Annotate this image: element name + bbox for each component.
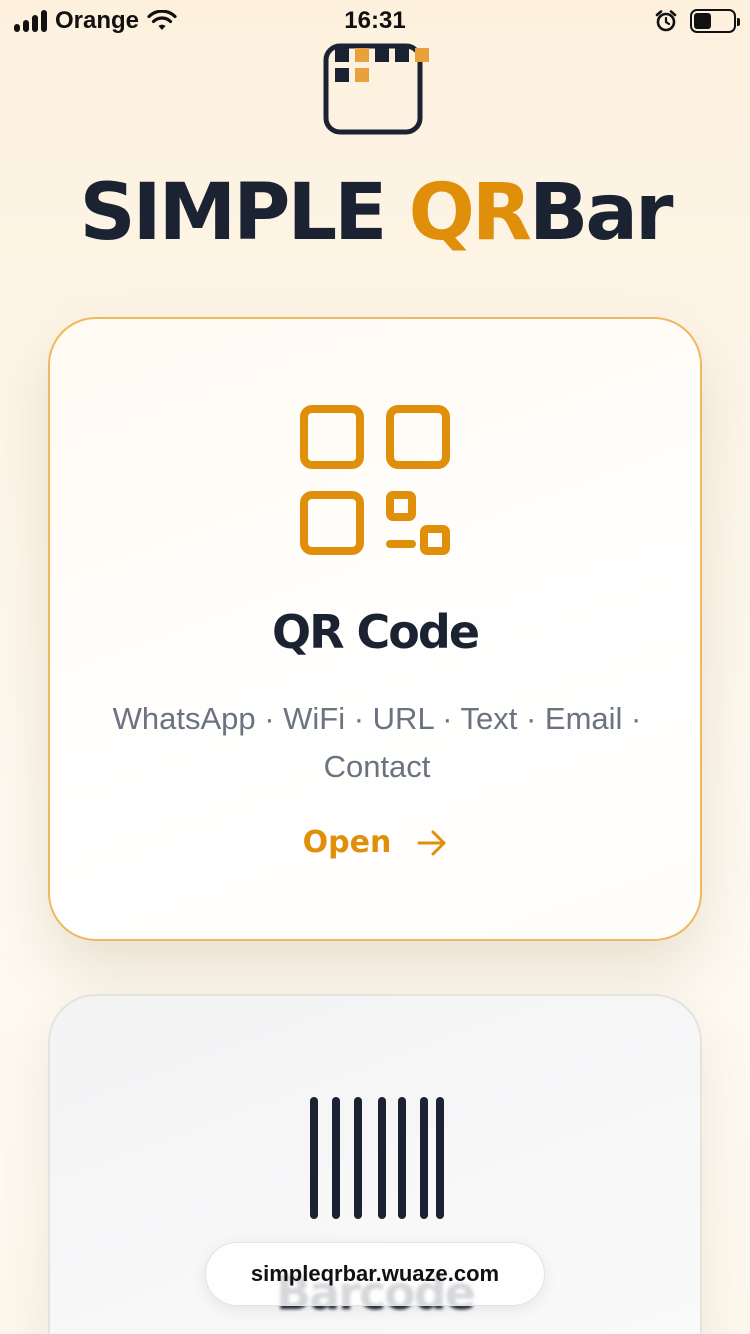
- qr-code-card[interactable]: QR Code WhatsApp · WiFi · URL · Text · E…: [48, 317, 702, 941]
- app-logo-icon: [323, 43, 429, 135]
- qr-code-description: WhatsApp · WiFi · URL · Text · Email · C…: [112, 701, 642, 784]
- url-text: simpleqrbar.wuaze.com: [250, 1261, 500, 1286]
- signal-icon: [14, 10, 47, 32]
- wifi-icon: [147, 10, 177, 30]
- battery-icon: [690, 9, 740, 33]
- barcode-icon: [310, 1097, 444, 1219]
- brand-title: SIMPLE QRBar: [0, 168, 750, 258]
- brand-part-qr: QR: [408, 168, 532, 258]
- alarm-icon: [655, 10, 677, 32]
- status-left: Orange: [14, 7, 177, 35]
- brand-part-bar: Bar: [528, 168, 674, 258]
- open-label: Open: [302, 825, 392, 860]
- carrier-label: Orange: [55, 7, 140, 34]
- status-right: [654, 9, 740, 33]
- qr-code-open-link[interactable]: Open: [50, 825, 700, 860]
- qr-code-title: QR Code: [271, 605, 480, 659]
- brand-part-simple: SIMPLE: [79, 168, 409, 258]
- qr-code-icon: [300, 405, 450, 555]
- arrow-right-icon: [417, 830, 446, 855]
- battery-fill: [694, 13, 712, 29]
- url-bar[interactable]: simpleqrbar.wuaze.com: [205, 1242, 545, 1306]
- status-bar: Orange 16:31: [0, 0, 750, 42]
